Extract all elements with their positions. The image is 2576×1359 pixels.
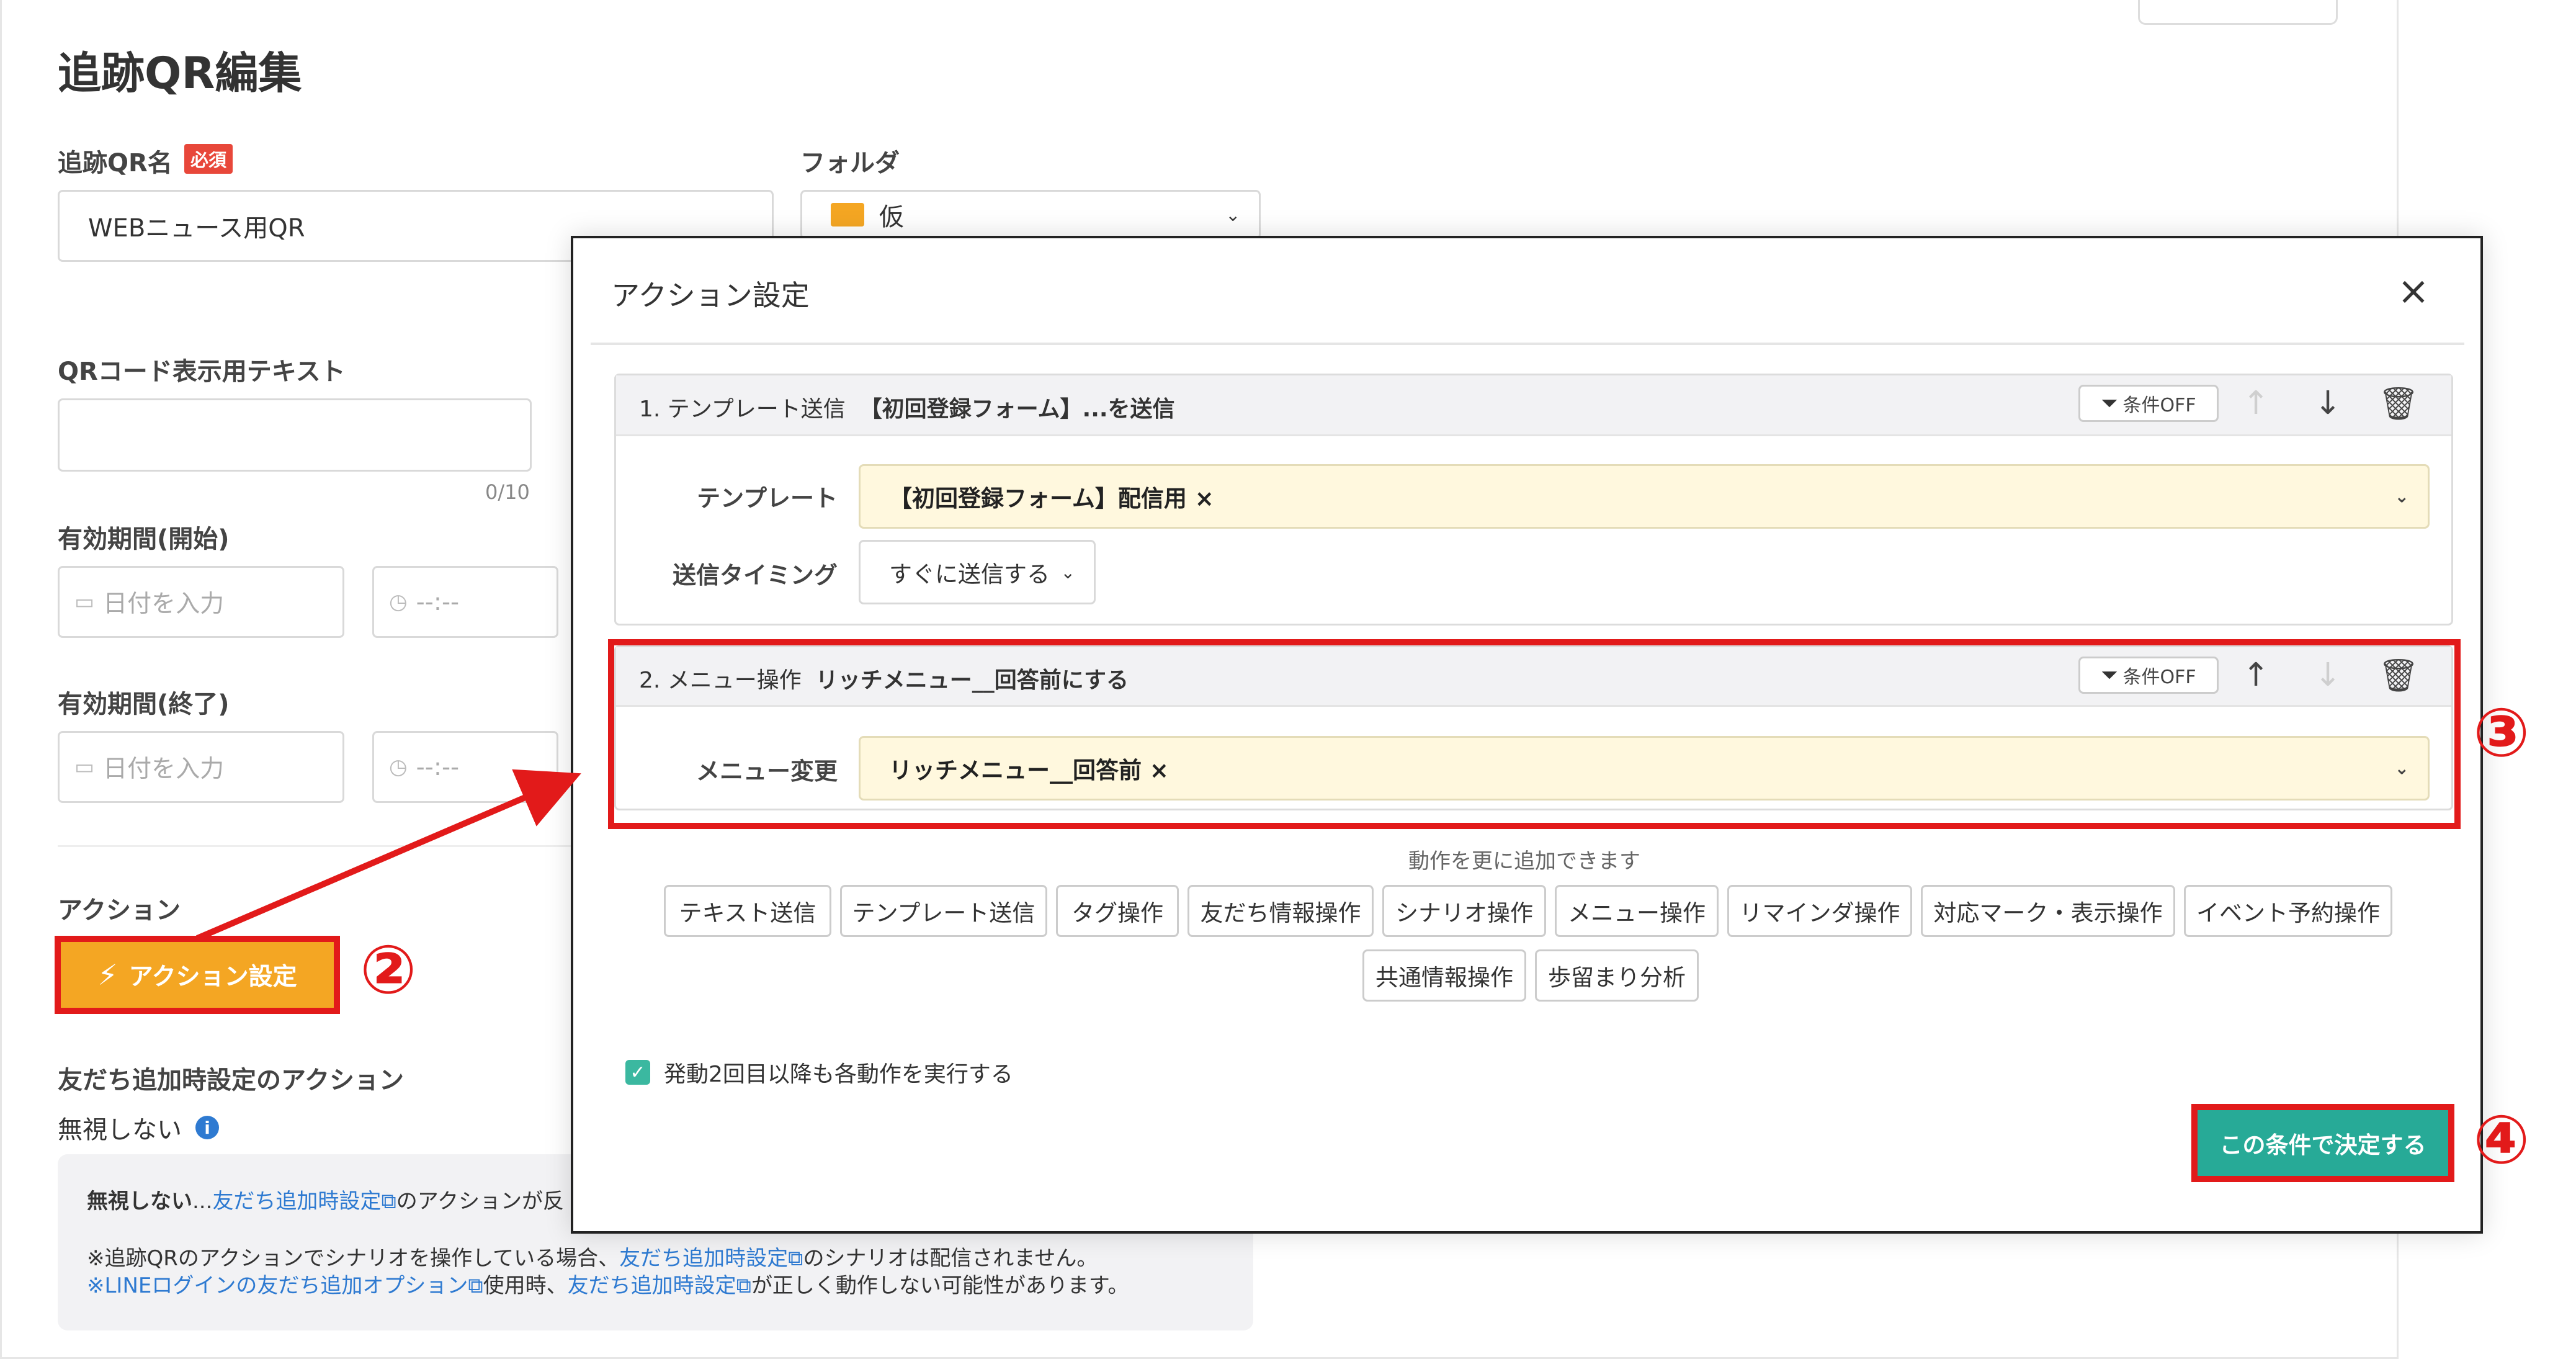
annotation-arrow <box>196 769 581 941</box>
